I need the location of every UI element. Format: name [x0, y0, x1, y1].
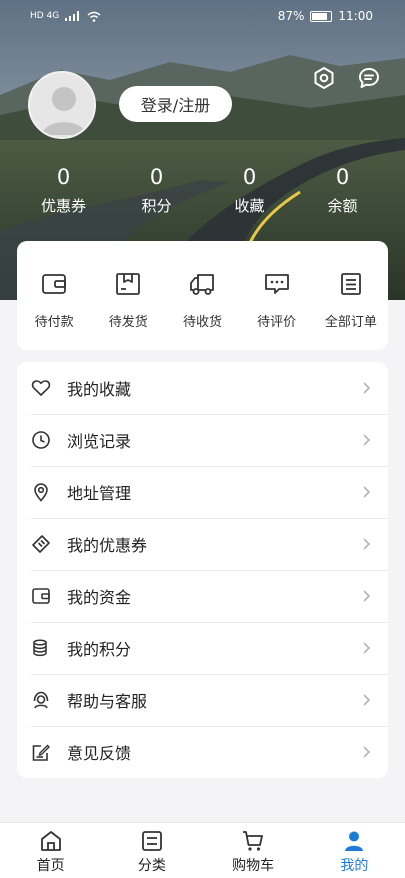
order-label: 待收货 [182, 315, 222, 330]
feedback-icon [31, 742, 51, 762]
stat-coupons[interactable]: 0 优惠券 [17, 162, 110, 216]
wallet-icon [39, 269, 69, 299]
menu-label: 我的资金 [67, 588, 132, 607]
stat-balance[interactable]: 0 余额 [296, 162, 389, 216]
wifi-icon [87, 11, 101, 22]
stat-points[interactable]: 0 积分 [110, 162, 203, 216]
location-icon [31, 482, 51, 502]
tab-cart[interactable]: 购物车 [203, 823, 304, 878]
menu-item-coupons[interactable]: 我的优惠券 [17, 518, 388, 570]
settings-icon[interactable] [310, 64, 338, 92]
chevron-right-icon [363, 642, 371, 654]
bottom-tab-bar: 首页 分类 购物车 我的 [0, 822, 405, 878]
menu-item-support[interactable]: 帮助与客服 [17, 674, 388, 726]
status-left: HD 4G [30, 11, 101, 22]
order-list-icon [336, 269, 366, 299]
menu-item-funds[interactable]: 我的资金 [17, 570, 388, 622]
stat-favorites[interactable]: 0 收藏 [203, 162, 296, 216]
menu-item-points[interactable]: 我的积分 [17, 622, 388, 674]
stat-label: 余额 [327, 197, 358, 215]
order-label: 待评价 [257, 315, 297, 330]
order-pending-payment[interactable]: 待付款 [20, 269, 88, 330]
menu-label: 我的收藏 [67, 380, 132, 399]
category-icon [139, 828, 165, 854]
chevron-right-icon [363, 694, 371, 706]
clock-icon [31, 430, 51, 450]
menu-label: 意见反馈 [67, 744, 132, 763]
tab-label: 购物车 [232, 858, 275, 874]
chevron-right-icon [363, 590, 371, 602]
cart-icon [240, 828, 266, 854]
login-register-button[interactable]: 登录/注册 [119, 86, 232, 122]
profile-menu-list: 我的收藏 浏览记录 地址管理 我的优惠券 我的资金 我的积分 帮助与客服 意见反… [17, 362, 388, 778]
stat-value: 0 [335, 165, 350, 189]
truck-icon [187, 269, 217, 299]
tab-profile[interactable]: 我的 [304, 823, 405, 878]
order-label: 全部订单 [324, 315, 377, 330]
coins-icon [31, 638, 51, 658]
menu-item-history[interactable]: 浏览记录 [17, 414, 388, 466]
coupon-icon [31, 534, 51, 554]
menu-label: 我的优惠券 [67, 536, 148, 555]
heart-icon [31, 378, 51, 398]
wallet-icon [31, 586, 51, 606]
order-pending-receipt[interactable]: 待收货 [168, 269, 236, 330]
menu-item-favorites[interactable]: 我的收藏 [17, 362, 388, 414]
signal-icon [65, 11, 80, 21]
box-icon [113, 269, 143, 299]
status-bar: HD 4G 87% 11:00 [0, 0, 405, 32]
chevron-right-icon [363, 486, 371, 498]
status-right: 87% 11:00 [278, 9, 373, 23]
menu-label: 帮助与客服 [67, 692, 148, 711]
tab-label: 我的 [340, 858, 369, 874]
menu-label: 我的积分 [67, 640, 132, 659]
user-icon [341, 828, 367, 854]
chevron-right-icon [363, 434, 371, 446]
support-icon [31, 690, 51, 710]
stat-label: 积分 [141, 197, 172, 215]
menu-item-feedback[interactable]: 意见反馈 [17, 726, 388, 778]
account-stats: 0 优惠券 0 积分 0 收藏 0 余额 [0, 162, 405, 216]
tab-label: 首页 [36, 858, 65, 874]
order-shortcuts-card: 待付款 待发货 待收货 待评价 全部订单 [17, 241, 388, 350]
stat-value: 0 [149, 165, 164, 189]
order-all[interactable]: 全部订单 [317, 269, 385, 330]
battery-percent: 87% [277, 9, 305, 23]
chevron-right-icon [363, 382, 371, 394]
menu-label: 地址管理 [67, 484, 132, 503]
chevron-right-icon [363, 746, 371, 758]
order-pending-shipment[interactable]: 待发货 [94, 269, 162, 330]
network-indicator: HD 4G [30, 11, 60, 21]
stat-label: 收藏 [234, 197, 265, 215]
order-label: 待发货 [108, 315, 148, 330]
battery-icon [310, 10, 333, 22]
stat-value: 0 [242, 165, 257, 189]
order-pending-review[interactable]: 待评价 [243, 269, 311, 330]
clock: 11:00 [338, 9, 373, 23]
tab-label: 分类 [137, 858, 166, 874]
menu-label: 浏览记录 [67, 432, 132, 451]
menu-item-address[interactable]: 地址管理 [17, 466, 388, 518]
order-label: 待付款 [34, 315, 74, 330]
comment-icon [262, 269, 292, 299]
message-icon[interactable] [355, 64, 383, 92]
stat-value: 0 [56, 165, 71, 189]
stat-label: 优惠券 [40, 197, 86, 215]
home-icon [38, 828, 64, 854]
tab-category[interactable]: 分类 [101, 823, 202, 878]
tab-home[interactable]: 首页 [0, 823, 101, 878]
avatar[interactable] [28, 71, 96, 139]
chevron-right-icon [363, 538, 371, 550]
